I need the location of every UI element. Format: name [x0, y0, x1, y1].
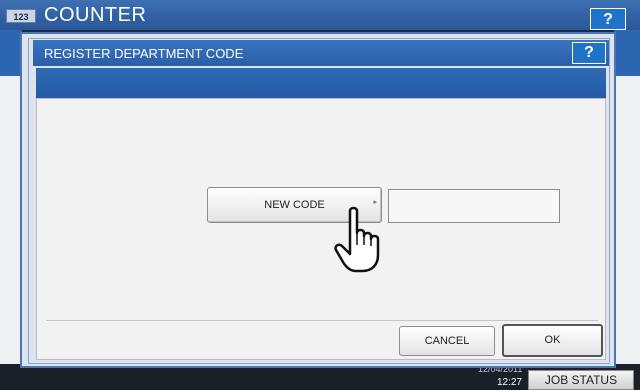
counter-help-button[interactable]: ? [590, 8, 626, 30]
dialog-title: REGISTER DEPARTMENT CODE [44, 46, 244, 61]
counter-right-strip [614, 30, 640, 76]
new-code-label: NEW CODE [264, 199, 325, 211]
dialog-header-band [36, 68, 606, 98]
counter-left-strip [0, 30, 22, 76]
job-status-button[interactable]: JOB STATUS [528, 370, 634, 390]
status-time: 12:27 [496, 377, 522, 388]
hand-pointer-icon [334, 206, 380, 273]
dialog-help-button[interactable]: ? [572, 42, 606, 64]
ok-button[interactable]: OK [502, 324, 603, 357]
counter-left-body [0, 76, 22, 366]
department-code-field[interactable] [388, 189, 560, 223]
counter-123-icon: 123 [6, 9, 36, 23]
dialog-divider [46, 320, 598, 321]
cancel-button[interactable]: CANCEL [399, 326, 495, 356]
counter-title: COUNTER [44, 4, 147, 26]
counter-right-body [614, 76, 640, 366]
